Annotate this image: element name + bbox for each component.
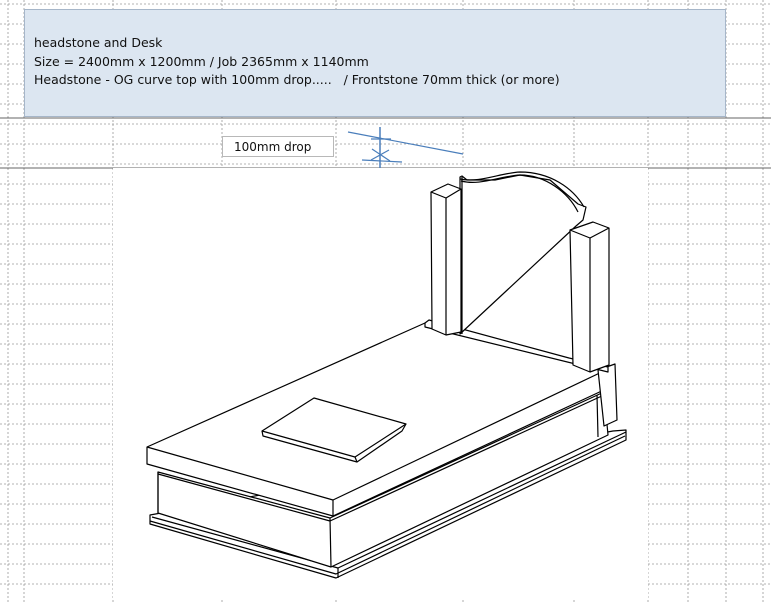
headstone-desk-drawing[interactable]: [0, 0, 771, 602]
left-pillar: [430, 183, 462, 336]
headstone: [459, 171, 587, 335]
right-pillar: [569, 221, 610, 373]
